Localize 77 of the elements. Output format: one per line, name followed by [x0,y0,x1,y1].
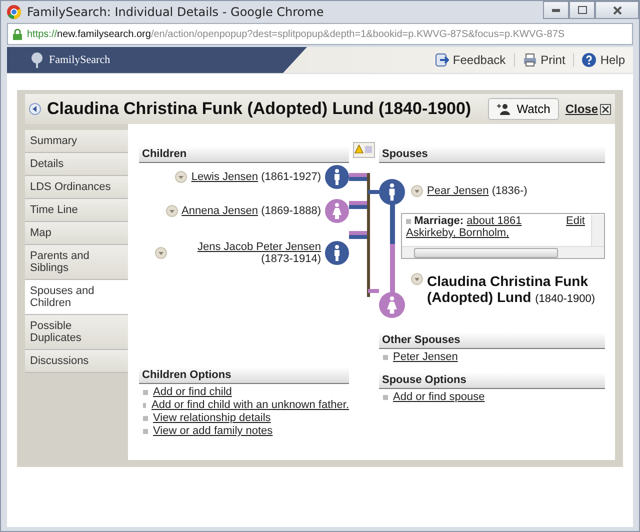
female-person-icon [325,199,349,223]
bullet-icon [143,390,148,395]
option-link[interactable]: Add or find child with an unknown father. [151,399,349,412]
person-link[interactable]: Annena Jensen [182,205,258,217]
dropdown-icon[interactable] [166,205,178,217]
close-icon [600,104,611,114]
close-icon [612,6,622,14]
watch-button[interactable]: Watch [488,98,560,120]
marriage-text: Marriage: about 1861 Askirkeby, Bornholm, [406,215,523,241]
section-heading: Children Options [139,367,349,384]
printer-icon [522,53,537,67]
person-link[interactable]: Peter Jensen [393,351,458,364]
section-heading: Spouses [379,146,605,163]
bullet-icon [383,355,388,360]
dropdown-icon[interactable] [155,247,167,259]
child-name: Jens Jacob Peter Jensen (1873-1914) [196,241,321,265]
dropdown-icon[interactable] [175,171,188,183]
option-link[interactable]: View relationship details [153,412,271,425]
male-person-icon [379,179,405,205]
sidebar-item[interactable]: Possible Duplicates [25,315,128,350]
maximize-icon [578,6,586,14]
browser-logo-icon [7,5,21,19]
section-heading: Children [139,146,349,163]
sidebar-item[interactable]: Details [25,153,128,176]
person-link[interactable]: Pear Jensen [427,185,489,197]
horizontal-scrollbar[interactable] [402,246,604,258]
sidebar-item[interactable]: Time Line [25,199,128,222]
minimize-button[interactable] [543,1,569,19]
bullet-icon [383,395,388,400]
person-name: Claudina Christina Funk (Adopted) Lund (1840-1900) [427,273,596,305]
lock-icon [13,28,22,40]
warning-icon[interactable] [353,142,375,158]
section-heading: Other Spouses [379,332,605,349]
vertical-scrollbar[interactable] [591,215,604,246]
place-link[interactable]: Askirkeby, Bornholm, [406,227,510,239]
child-name: Lewis Jensen (1861-1927) [191,171,321,183]
sidebar-item[interactable]: Summary [25,130,128,153]
dropdown-icon[interactable] [411,185,423,197]
tree-icon [29,52,45,68]
edit-link[interactable]: Edit [566,215,585,246]
sidebar-item[interactable]: LDS Ordinances [25,176,128,199]
person-link[interactable]: Jens Jacob Peter Jensen [197,241,321,253]
close-button[interactable] [595,1,639,19]
back-icon[interactable] [29,103,41,115]
address-field[interactable]: https://new.familysearch.org/en/action/openpopup?dest=splitpopup&depth=1&bookid=p.KWVG-87S&focus=p.KWVG-87S [7,23,633,45]
header-link[interactable]: Help [573,53,633,67]
option-link[interactable]: View or add family notes [153,425,273,438]
sidebar-item[interactable]: Parents and Siblings [25,245,128,280]
sidebar-item[interactable]: Map [25,222,128,245]
minimize-icon [552,8,560,12]
spouse-name: Pear Jensen (1836-) [427,185,528,197]
bullet-icon [406,219,411,224]
window-title: FamilySearch: Individual Details - Google Chrome [27,5,325,19]
header-link[interactable]: Print [514,53,574,67]
close-link[interactable]: Close [565,102,611,116]
logo-text: FamilySearch [49,54,110,66]
person-link[interactable]: Lewis Jensen [191,171,258,183]
male-person-icon [325,241,349,265]
help-icon [582,53,596,67]
male-person-icon [325,165,349,189]
header-link[interactable]: Feedback [426,53,514,67]
child-name: Annena Jensen (1869-1888) [182,205,321,217]
bullet-icon [143,403,146,408]
option-link[interactable]: Add or find spouse [393,391,485,404]
date-link[interactable]: about 1861 [466,215,522,227]
dropdown-icon[interactable] [411,273,423,285]
bullet-icon [143,429,148,434]
option-link[interactable]: Add or find child [153,386,232,399]
dialog-title: Claudina Christina Funk (Adopted) Lund (1840-1900) [47,99,472,119]
add-person-icon [496,103,511,115]
female-person-icon [379,292,405,318]
site-logo[interactable]: FamilySearch [7,47,307,73]
section-heading: Spouse Options [379,372,605,389]
sidebar-item[interactable]: Spouses and Children [25,280,128,315]
bullet-icon [143,416,148,421]
maximize-button[interactable] [569,1,595,19]
sidebar-item[interactable]: Discussions [25,350,128,373]
